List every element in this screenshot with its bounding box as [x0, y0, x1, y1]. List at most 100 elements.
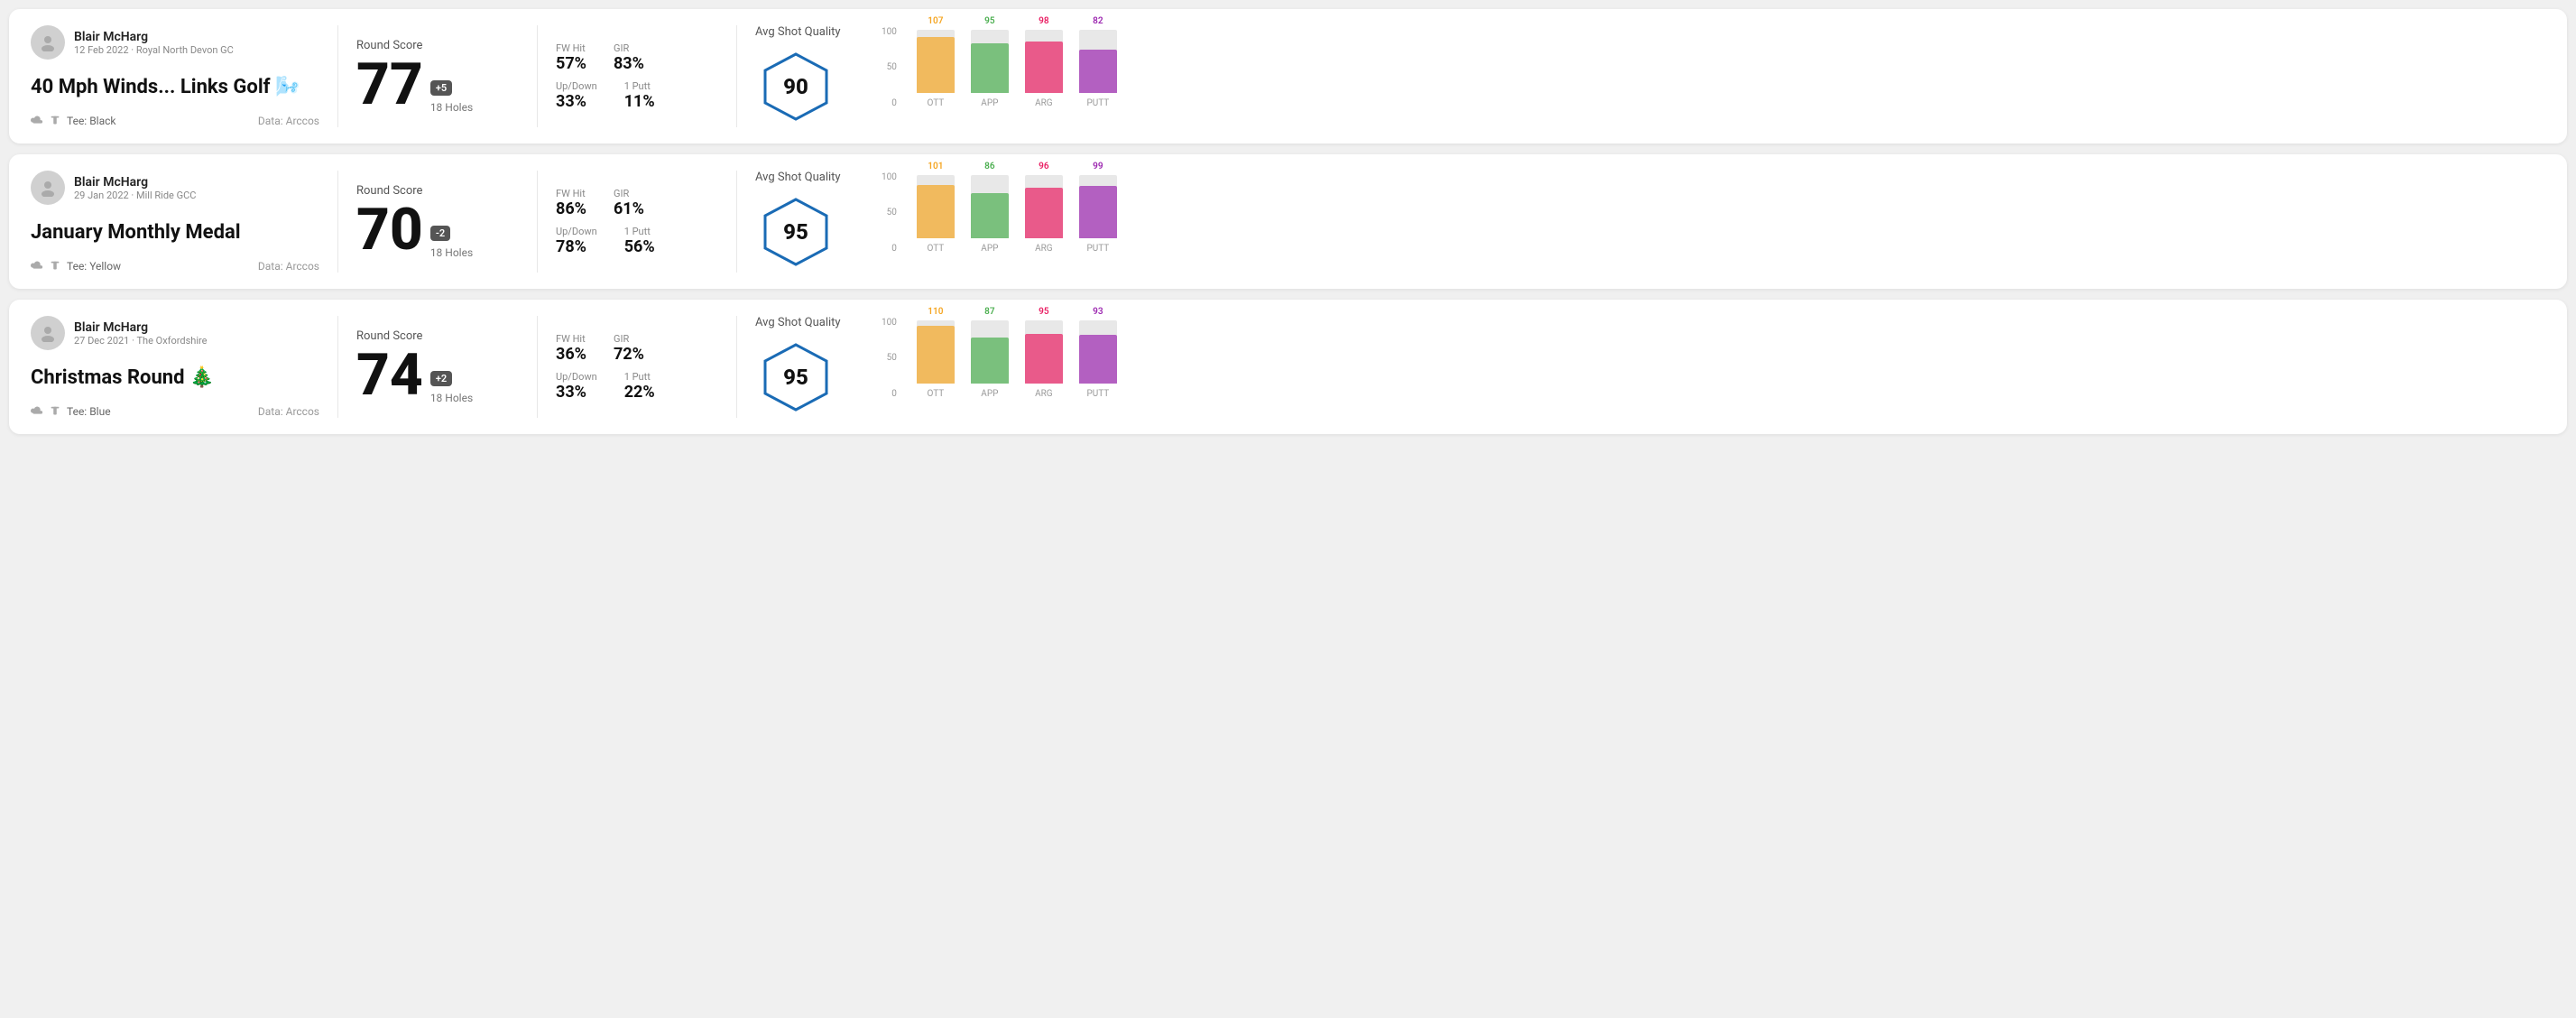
- bar-group-ott: 107 OTT: [917, 16, 955, 108]
- quality-section: Avg Shot Quality 95: [755, 171, 873, 273]
- tee-label: Tee: Yellow: [67, 260, 121, 273]
- y-label: 0: [882, 98, 897, 108]
- bar-wrapper: [1079, 175, 1117, 238]
- bar-value: 93: [1093, 307, 1103, 317]
- bar-fill: [917, 37, 955, 93]
- updown-value: 33%: [556, 383, 597, 402]
- user-name: Blair McHarg: [74, 320, 207, 335]
- score-section: Round Score 77 +5 18 Holes: [356, 25, 519, 127]
- hexagon: 95: [760, 341, 832, 413]
- bar-label: PUTT: [1086, 98, 1109, 108]
- score-row: 77 +5 18 Holes: [356, 56, 519, 114]
- updown-label: Up/Down: [556, 80, 597, 92]
- gir-value: 83%: [614, 54, 644, 73]
- round-title: 40 Mph Winds... Links Golf 🌬️: [31, 76, 319, 98]
- bar-group-ott: 101 OTT: [917, 162, 955, 254]
- bar-value: 101: [928, 162, 943, 171]
- bar-label: ARG: [1035, 244, 1053, 254]
- bar-label: APP: [981, 244, 998, 254]
- y-label: 100: [882, 27, 897, 37]
- stat-fw-hit: FW Hit 57%: [556, 42, 586, 73]
- divider: [337, 25, 338, 127]
- user-details: Blair McHarg 12 Feb 2022 · Royal North D…: [74, 30, 234, 56]
- hexagon-container: 95: [755, 337, 836, 418]
- bar-group-arg: 96 ARG: [1025, 162, 1063, 254]
- avatar: [31, 171, 65, 205]
- stats-row-top: FW Hit 57% GIR 83%: [556, 42, 718, 73]
- stats-row-top: FW Hit 86% GIR 61%: [556, 188, 718, 218]
- stat-one-putt: 1 Putt 22%: [624, 371, 655, 402]
- user-name: Blair McHarg: [74, 175, 196, 190]
- bar-value: 96: [1039, 162, 1048, 171]
- stat-fw-hit: FW Hit 36%: [556, 333, 586, 364]
- y-label: 50: [882, 62, 897, 72]
- divider: [736, 316, 737, 418]
- fw-hit-label: FW Hit: [556, 42, 586, 54]
- round-card: Blair McHarg 29 Jan 2022 · Mill Ride GCC…: [9, 154, 2567, 289]
- bar-group-app: 86 APP: [971, 162, 1009, 254]
- bar-value: 87: [984, 307, 994, 317]
- bar-group-putt: 93 PUTT: [1079, 307, 1117, 399]
- one-putt-value: 22%: [624, 383, 655, 402]
- data-source: Data: Arccos: [258, 115, 319, 127]
- bar-label: ARG: [1035, 98, 1053, 108]
- quality-value: 95: [783, 219, 808, 245]
- tee-info: Tee: Blue: [31, 405, 111, 418]
- score-badge-group: +2 18 Holes: [430, 368, 473, 404]
- updown-value: 78%: [556, 237, 597, 256]
- score-row: 70 -2 18 Holes: [356, 201, 519, 259]
- one-putt-label: 1 Putt: [624, 226, 655, 237]
- hexagon: 90: [760, 51, 832, 123]
- bar-fill: [917, 185, 955, 238]
- bar-value: 107: [928, 16, 943, 26]
- bar-wrapper: [971, 320, 1009, 384]
- one-putt-label: 1 Putt: [624, 80, 655, 92]
- chart-section: 100500 110 OTT 87 APP 95 ARG 93: [873, 316, 2545, 418]
- bar-fill: [1079, 186, 1117, 238]
- fw-hit-label: FW Hit: [556, 333, 586, 345]
- bar-wrapper: [917, 320, 955, 384]
- stats-section: FW Hit 86% GIR 61% Up/Down 78% 1 Putt 56…: [556, 171, 718, 273]
- bar-fill: [1079, 50, 1117, 93]
- fw-hit-value: 86%: [556, 199, 586, 218]
- holes-text: 18 Holes: [430, 392, 473, 404]
- user-details: Blair McHarg 29 Jan 2022 · Mill Ride GCC: [74, 175, 196, 201]
- bar-fill: [971, 43, 1009, 93]
- chart-y-labels: 100 50 0: [882, 27, 897, 108]
- bar-fill: [1079, 335, 1117, 384]
- fw-hit-label: FW Hit: [556, 188, 586, 199]
- bar-group-putt: 99 PUTT: [1079, 162, 1117, 254]
- y-label: 50: [882, 208, 897, 217]
- bar-value: 110: [928, 307, 943, 317]
- fw-hit-value: 57%: [556, 54, 586, 73]
- cloud-icon: [31, 260, 43, 273]
- updown-label: Up/Down: [556, 371, 597, 383]
- stat-fw-hit: FW Hit 86%: [556, 188, 586, 218]
- stat-gir: GIR 72%: [614, 333, 644, 364]
- card-left-section: Blair McHarg 29 Jan 2022 · Mill Ride GCC…: [31, 171, 319, 273]
- divider: [537, 171, 538, 273]
- chart-y-labels: 100500: [882, 172, 897, 254]
- data-source: Data: Arccos: [258, 260, 319, 273]
- gir-label: GIR: [614, 188, 644, 199]
- user-details: Blair McHarg 27 Dec 2021 · The Oxfordshi…: [74, 320, 207, 347]
- bottom-info: Tee: Blue Data: Arccos: [31, 405, 319, 418]
- bar-wrapper: [1025, 175, 1063, 238]
- quality-label: Avg Shot Quality: [755, 171, 841, 184]
- stats-section: FW Hit 36% GIR 72% Up/Down 33% 1 Putt 22…: [556, 316, 718, 418]
- bar-label: PUTT: [1086, 244, 1109, 254]
- bar-group-arg: 98 ARG: [1025, 16, 1063, 108]
- avatar: [31, 25, 65, 60]
- chart-section: 100500 101 OTT 86 APP 96 ARG 99: [873, 171, 2545, 273]
- tee-icon: [49, 260, 61, 273]
- user-date: 29 Jan 2022 · Mill Ride GCC: [74, 190, 196, 201]
- bar-label: OTT: [927, 389, 944, 399]
- divider: [537, 316, 538, 418]
- y-label: 100: [882, 318, 897, 328]
- holes-text: 18 Holes: [430, 101, 473, 114]
- score-badge: +2: [430, 371, 452, 386]
- score-section: Round Score 70 -2 18 Holes: [356, 171, 519, 273]
- stat-updown: Up/Down 33%: [556, 371, 597, 402]
- avatar: [31, 316, 65, 350]
- bar-group-ott: 110 OTT: [917, 307, 955, 399]
